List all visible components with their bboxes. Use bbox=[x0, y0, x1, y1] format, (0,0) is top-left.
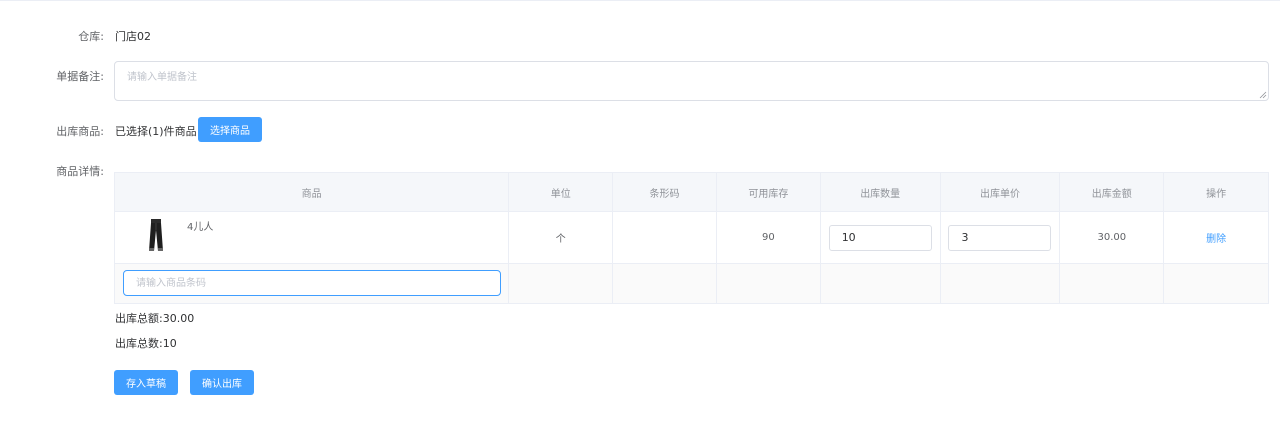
resize-grip-icon[interactable] bbox=[1259, 91, 1267, 99]
header-unit-price: 出库单价 bbox=[941, 173, 1061, 211]
stock-cell: 90 bbox=[717, 212, 821, 263]
quantity-cell bbox=[821, 212, 941, 263]
confirm-stock-out-button[interactable]: 确认出库 bbox=[190, 370, 254, 395]
warehouse-value: 门店02 bbox=[115, 30, 151, 43]
details-label: 商品详情: bbox=[56, 165, 104, 178]
empty-cell bbox=[613, 264, 717, 303]
goods-cell: 4儿人 bbox=[115, 212, 510, 263]
total-count-value: 10 bbox=[162, 337, 177, 350]
empty-cell bbox=[941, 264, 1061, 303]
quantity-input[interactable] bbox=[828, 224, 932, 251]
barcode-cell bbox=[613, 212, 717, 263]
total-amount: 出库总额:30.00 bbox=[115, 310, 194, 326]
header-barcode: 条形码 bbox=[613, 173, 717, 211]
header-goods: 商品 bbox=[115, 173, 510, 211]
header-unit: 单位 bbox=[509, 173, 614, 211]
header-quantity: 出库数量 bbox=[821, 173, 941, 211]
amount-cell: 30.00 bbox=[1060, 212, 1165, 263]
barcode-input[interactable] bbox=[123, 270, 501, 296]
pants-icon bbox=[149, 219, 163, 251]
goods-name: 4儿人 bbox=[187, 222, 214, 233]
unit-price-cell bbox=[941, 212, 1061, 263]
warehouse-label: 仓库: bbox=[78, 30, 104, 43]
table-header-row: 商品 单位 条形码 可用库存 出库数量 出库单价 出库金额 操作 bbox=[115, 173, 1268, 212]
header-action: 操作 bbox=[1206, 188, 1227, 200]
header-amount: 出库金额 bbox=[1060, 173, 1165, 211]
empty-cell bbox=[509, 264, 614, 303]
total-count: 出库总数:10 bbox=[115, 335, 177, 351]
total-amount-label: 出库总额: bbox=[115, 312, 163, 325]
action-cell: 删除 bbox=[1164, 212, 1268, 263]
save-draft-button[interactable]: 存入草稿 bbox=[114, 370, 178, 395]
empty-cell bbox=[821, 264, 941, 303]
barcode-input-row bbox=[115, 264, 1268, 303]
remark-label: 单据备注: bbox=[56, 70, 104, 83]
empty-cell bbox=[1060, 264, 1165, 303]
unit-price-input[interactable] bbox=[948, 224, 1052, 251]
barcode-input-cell bbox=[115, 264, 510, 303]
header-stock: 可用库存 bbox=[717, 173, 821, 211]
total-amount-value: 30.00 bbox=[162, 312, 195, 325]
empty-cell bbox=[1164, 264, 1268, 303]
goods-selected-text: 已选择(1)件商品 bbox=[115, 125, 197, 138]
total-count-label: 出库总数: bbox=[115, 337, 163, 350]
stock-out-form: 仓库: 门店02 单据备注: 出库商品: 已选择(1)件商品 选择商品 商品详情… bbox=[0, 0, 1280, 429]
delete-link[interactable]: 删除 bbox=[1206, 230, 1226, 245]
goods-label: 出库商品: bbox=[56, 125, 104, 138]
table-row: 4儿人 个 90 30.00 删除 bbox=[115, 212, 1268, 264]
select-goods-button[interactable]: 选择商品 bbox=[198, 117, 262, 142]
goods-table: 商品 单位 条形码 可用库存 出库数量 出库单价 出库金额 操作 4儿人 个 9… bbox=[114, 172, 1269, 304]
remark-textarea[interactable] bbox=[114, 61, 1269, 101]
empty-cell bbox=[717, 264, 821, 303]
unit-cell: 个 bbox=[509, 212, 614, 263]
